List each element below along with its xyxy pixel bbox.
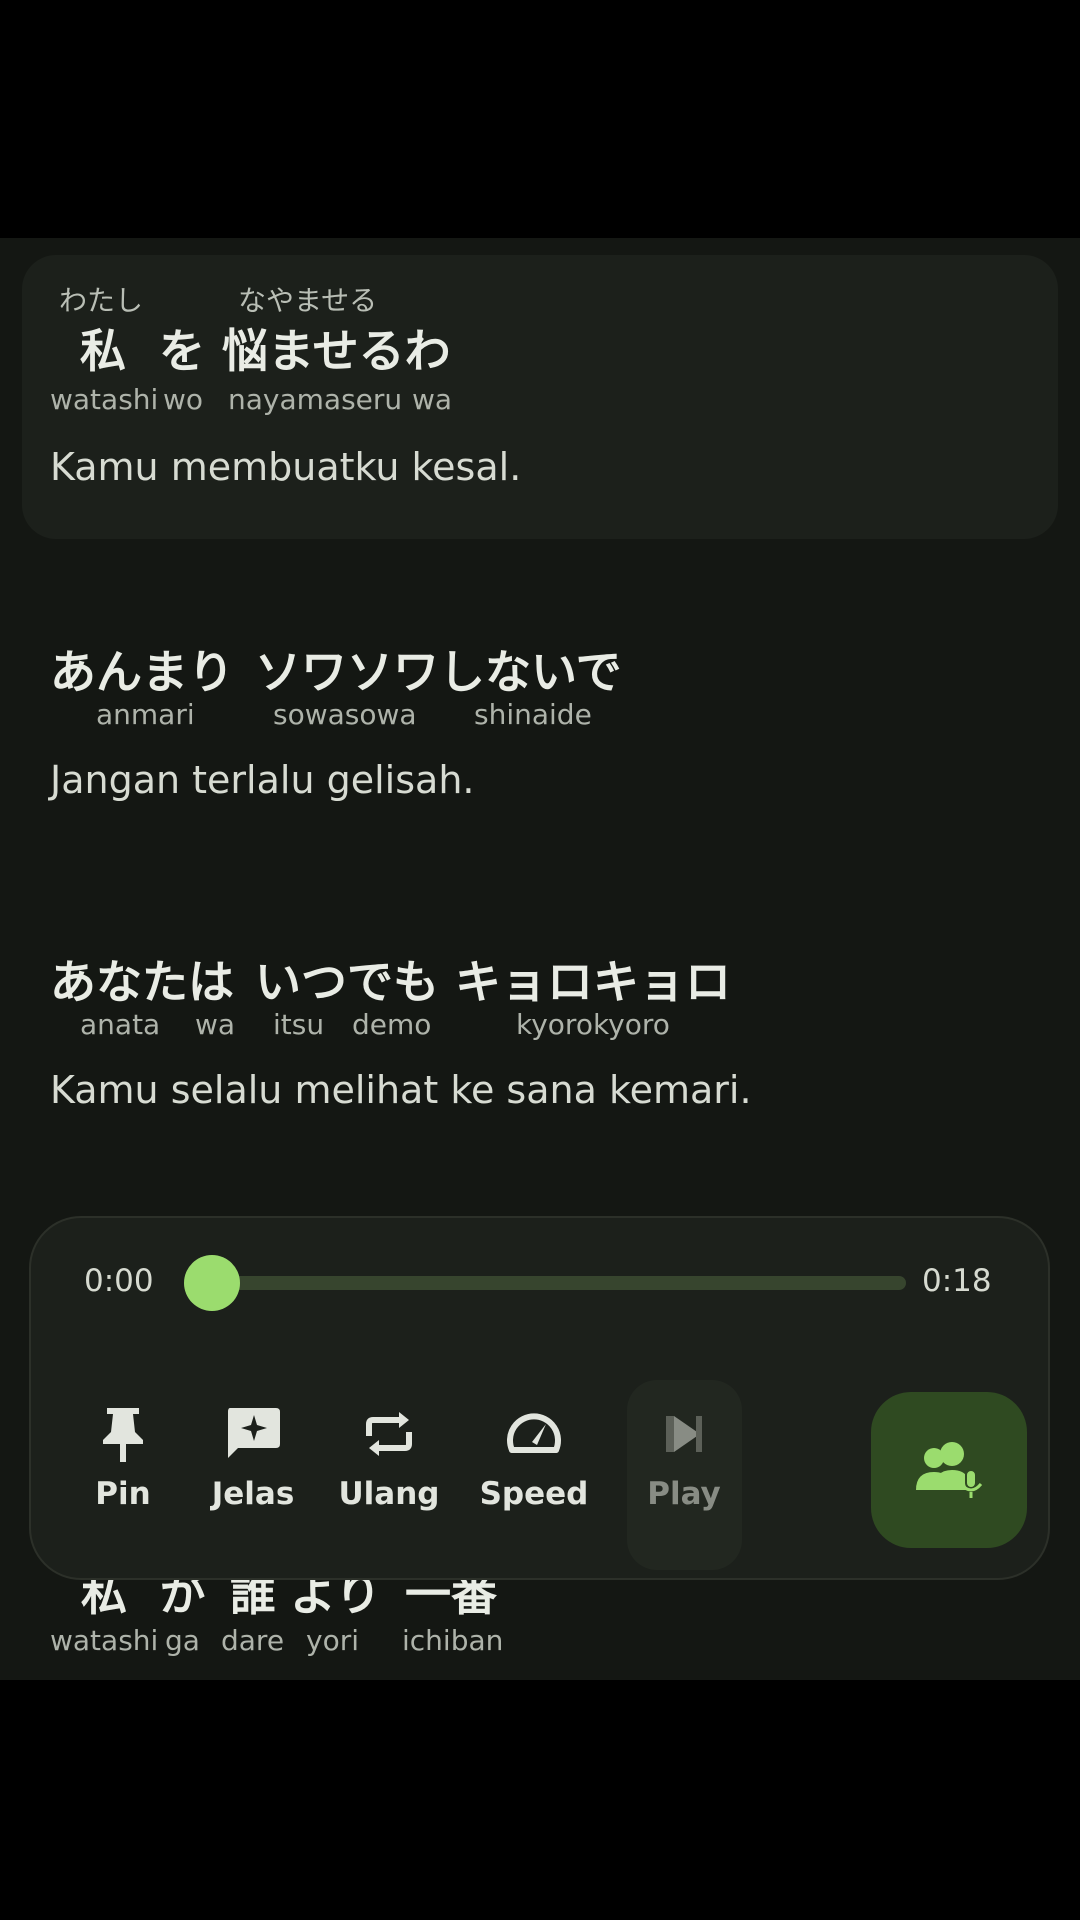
speedometer-icon <box>469 1406 599 1462</box>
romaji: anata <box>80 1008 161 1041</box>
explain-label: Jelas <box>211 1476 295 1512</box>
translation: Kamu membuatku kesal. <box>50 445 522 489</box>
furigana: わたし <box>59 284 144 317</box>
japanese-word: 悩ませるわ <box>222 324 451 378</box>
progress-slider[interactable] <box>184 1255 906 1311</box>
pin-label: Pin <box>95 1476 151 1512</box>
lyric-line[interactable]: あんまり ソワソワしないで anmari sowasowa shinaide J… <box>50 636 1030 846</box>
romaji: demo <box>352 1008 432 1041</box>
audio-player: 0:00 0:18 Pin Jelas Ulang Speed Play <box>29 1216 1050 1580</box>
speed-label: Speed <box>479 1476 589 1512</box>
romaji: wa <box>195 1008 236 1041</box>
romaji: dare <box>221 1624 285 1657</box>
japanese-word: 私 <box>80 324 126 378</box>
play-icon <box>619 1406 749 1462</box>
furigana: なやませる <box>238 284 378 317</box>
translation: Jangan terlalu gelisah. <box>50 758 475 802</box>
romaji: wa <box>412 383 453 416</box>
translation: Kamu selalu melihat ke sana kemari. <box>50 1068 752 1112</box>
romaji: wo <box>163 383 204 416</box>
lyric-line-active[interactable]: わたし なやませる 私 を 悩ませるわ watashi wo nayamaser… <box>22 255 1058 539</box>
japanese-word: いつでも <box>255 955 439 1009</box>
romaji: nayamaseru <box>228 383 403 416</box>
romaji: ichiban <box>402 1624 504 1657</box>
lyric-line[interactable]: 私 が 誰 より 一番 watashi ga dare yori ichiban <box>50 1564 1030 1680</box>
lyrics-screen: わたし なやませる 私 を 悩ませるわ watashi wo nayamaser… <box>0 238 1080 1680</box>
romaji: yori <box>306 1624 359 1657</box>
japanese-word: ソワソワしないで <box>255 645 622 699</box>
sparkle-chat-icon <box>188 1406 318 1462</box>
speed-button[interactable]: Speed <box>469 1406 599 1546</box>
romaji: watashi <box>50 383 159 416</box>
repeat-label: Ulang <box>338 1476 440 1512</box>
current-time: 0:00 <box>84 1263 154 1299</box>
pin-icon <box>58 1406 188 1462</box>
romaji: itsu <box>273 1008 325 1041</box>
explain-button[interactable]: Jelas <box>188 1406 318 1546</box>
romaji: kyorokyoro <box>516 1008 670 1041</box>
japanese-word: キョロキョロ <box>455 955 731 1009</box>
voice-practice-button[interactable] <box>871 1392 1027 1548</box>
japanese-word: あんまり <box>50 645 234 699</box>
romaji: anmari <box>96 698 195 731</box>
total-time: 0:18 <box>922 1263 992 1299</box>
progress-thumb[interactable] <box>184 1255 240 1311</box>
japanese-word: を <box>159 324 205 378</box>
repeat-icon <box>324 1406 454 1462</box>
lyric-line[interactable]: あなたは いつでも キョロキョロ anata wa itsu demo kyor… <box>50 946 1030 1156</box>
romaji: watashi <box>50 1624 159 1657</box>
play-button[interactable]: Play <box>619 1406 749 1546</box>
japanese-word: あなたは <box>50 955 234 1009</box>
pin-button[interactable]: Pin <box>58 1406 188 1546</box>
play-label: Play <box>647 1476 721 1512</box>
romaji: ga <box>165 1624 200 1657</box>
repeat-button[interactable]: Ulang <box>324 1406 454 1546</box>
romaji: shinaide <box>474 698 592 731</box>
romaji: sowasowa <box>273 698 417 731</box>
